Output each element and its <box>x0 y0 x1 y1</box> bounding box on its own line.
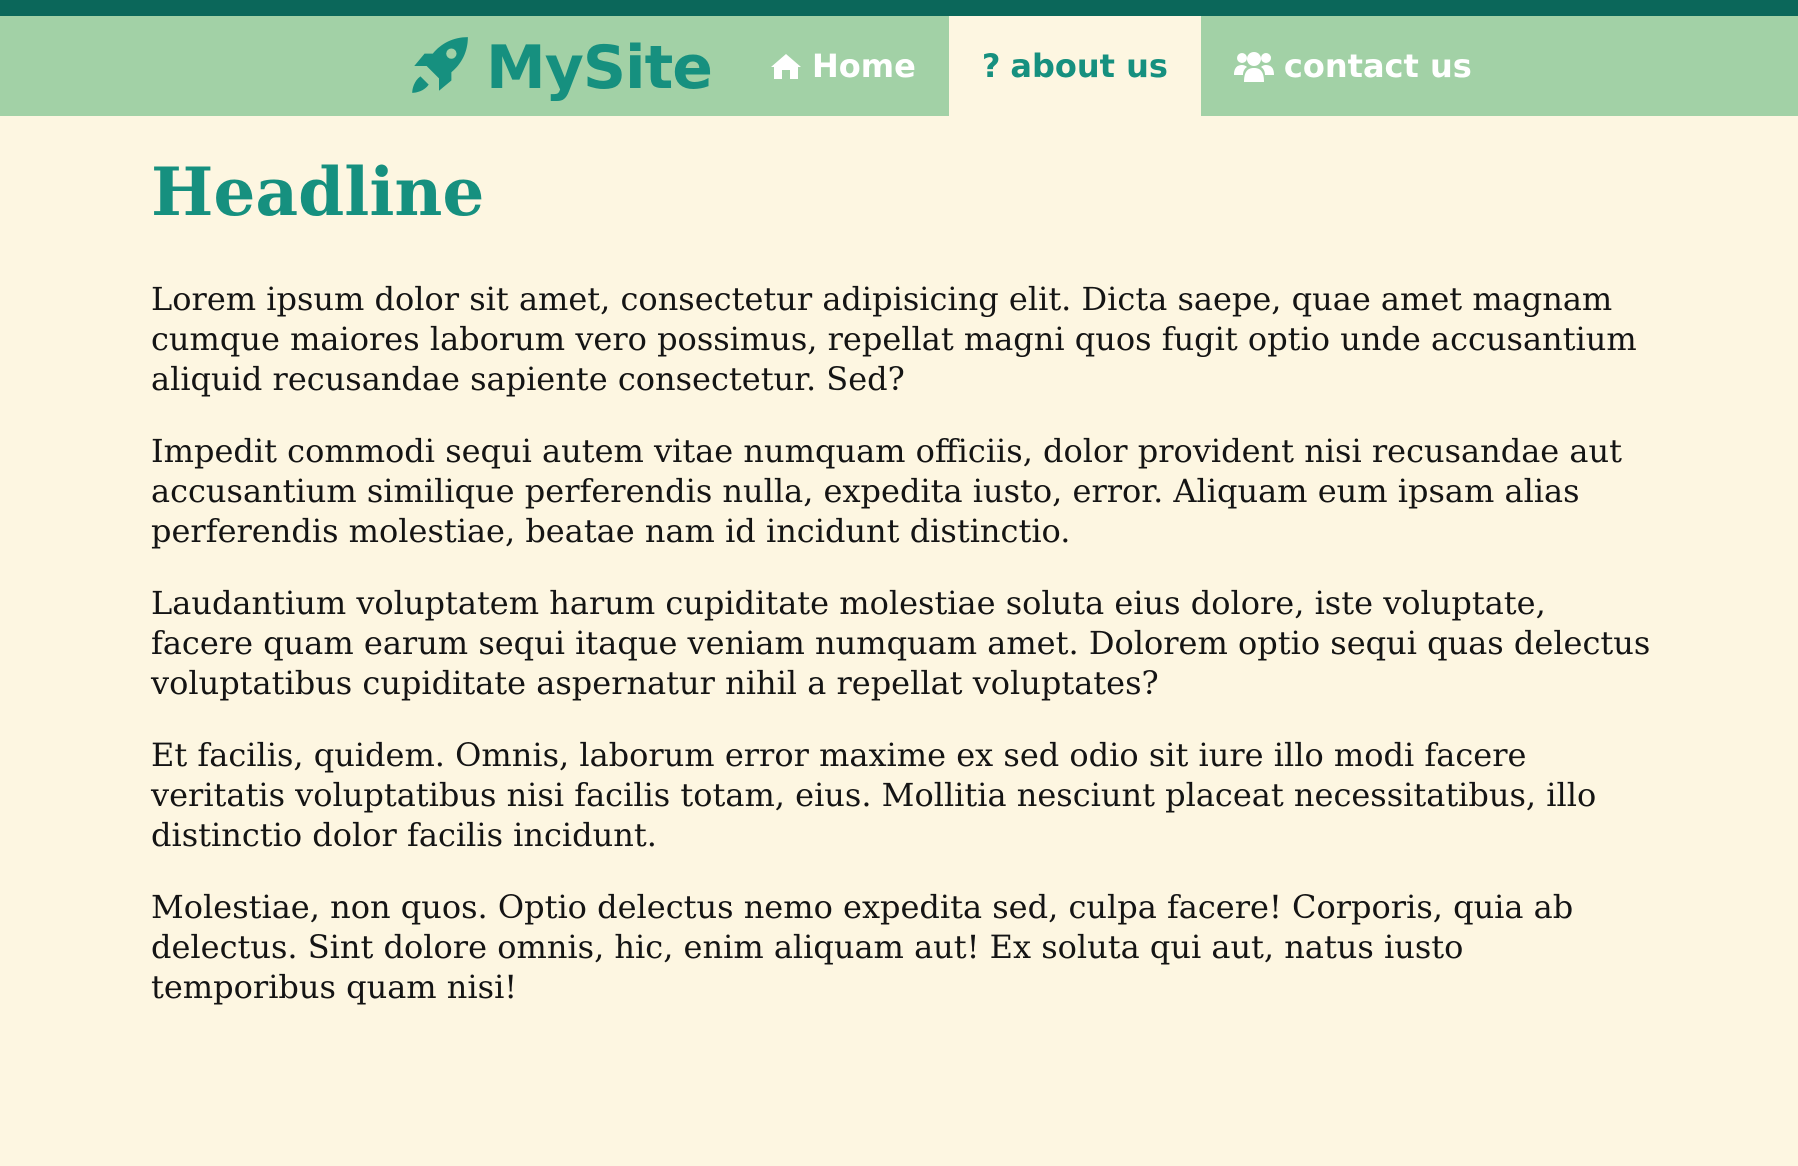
nav-item-label: about us <box>1010 47 1168 85</box>
top-accent-strip <box>0 0 1798 16</box>
body-paragraph: Et facilis, quidem. Omnis, laborum error… <box>151 735 1597 854</box>
nav-item-label: contact us <box>1283 47 1472 85</box>
question-icon: ? <box>981 47 1001 85</box>
nav-item-about-us[interactable]: ? about us <box>948 16 1201 116</box>
site-name: MySite <box>486 33 713 103</box>
body-paragraph: Laudantium voluptatem harum cupiditate m… <box>151 583 1651 702</box>
body-paragraph: Impedit commodi sequi autem vitae numqua… <box>151 431 1622 550</box>
main-nav: Home ? about us contact us <box>737 16 1505 116</box>
users-icon <box>1233 49 1274 83</box>
home-icon <box>770 52 802 80</box>
body-paragraph: Molestiae, non quos. Optio delectus nemo… <box>151 887 1574 1006</box>
nav-item-label: Home <box>812 47 916 85</box>
site-logo[interactable]: MySite <box>406 16 713 116</box>
nav-item-contact-us[interactable]: contact us <box>1201 16 1505 116</box>
nav-item-home[interactable]: Home <box>737 16 949 116</box>
rocket-icon <box>412 37 468 93</box>
body-paragraph: Lorem ipsum dolor sit amet, consectetur … <box>151 279 1637 398</box>
main-content: Headline Lorem ipsum dolor sit amet, con… <box>151 116 1651 1007</box>
page-headline: Headline <box>151 153 485 231</box>
